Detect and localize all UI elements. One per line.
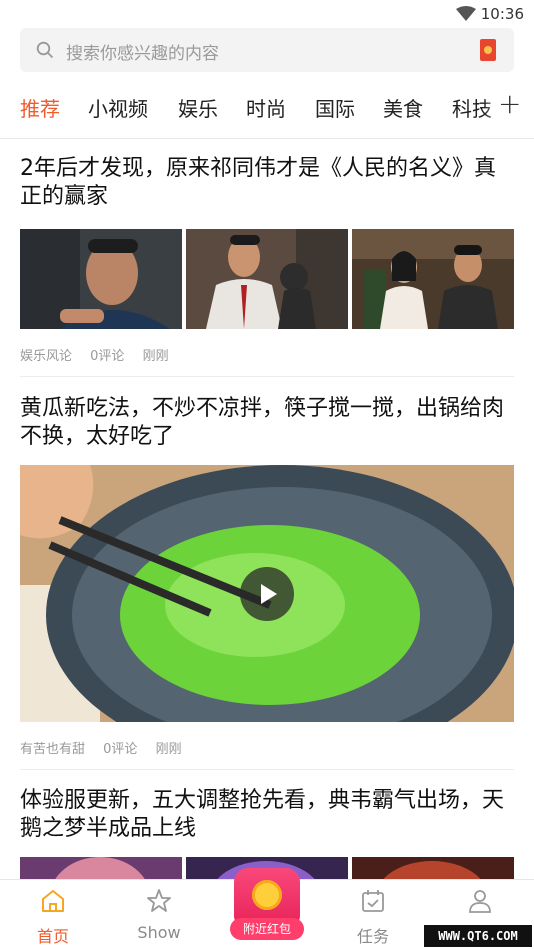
tab-short-video[interactable]: 小视频 [88, 93, 148, 122]
tab-food[interactable]: 美食 [383, 93, 423, 122]
divider [20, 376, 514, 377]
coin-icon [252, 880, 282, 910]
search-icon [36, 41, 54, 59]
nav-show[interactable]: Show [106, 880, 212, 949]
wifi-icon [456, 6, 476, 21]
nav-tasks-label: 任务 [356, 927, 389, 946]
article-title[interactable]: 2年后才发现，原来祁同伟才是《人民的名义》真正的赢家 [20, 155, 514, 211]
red-envelope-icon[interactable] [480, 39, 496, 61]
article-meta: 娱乐风论 0评论 刚刚 [20, 345, 514, 364]
article-title[interactable]: 黄瓜新吃法，不炒不凉拌，筷子搅一搅，出锅给肉不换，太好吃了 [20, 395, 514, 451]
article-thumbnail[interactable] [352, 857, 514, 879]
article-thumbnail[interactable] [20, 857, 182, 879]
article-item[interactable]: 体验服更新，五大调整抢先看，典韦霸气出场，天鹅之梦半成品上线 [20, 787, 514, 843]
news-feed[interactable]: 2年后才发现，原来祁同伟才是《人民的名义》真正的赢家 娱乐风论 0评论 刚刚 黄… [0, 139, 534, 879]
nav-show-label: Show [137, 923, 181, 942]
tab-recommend[interactable]: 推荐 [20, 93, 60, 122]
home-icon [42, 890, 64, 912]
user-icon [469, 890, 491, 913]
article-comments: 0评论 [90, 349, 125, 364]
status-bar: 10:36 [0, 0, 534, 28]
star-icon [147, 889, 171, 912]
nearby-red-packet-label: 附近红包 [230, 918, 304, 940]
article-thumbnail[interactable] [186, 229, 348, 329]
search-bar[interactable]: 搜索你感兴趣的内容 [20, 28, 514, 72]
tab-international[interactable]: 国际 [315, 93, 355, 122]
tab-fashion[interactable]: 时尚 [246, 93, 286, 122]
article-comments: 0评论 [103, 742, 138, 757]
category-tabs: 推荐 小视频 娱乐 时尚 国际 美食 科技 + [0, 82, 534, 132]
add-tab-button[interactable]: + [498, 90, 521, 118]
article-item[interactable]: 2年后才发现，原来祁同伟才是《人民的名义》真正的赢家 [20, 155, 514, 211]
search-input[interactable]: 搜索你感兴趣的内容 [66, 39, 219, 64]
calendar-icon [362, 890, 384, 912]
nearby-red-packet-button[interactable]: 附近红包 [228, 862, 306, 946]
article-meta: 有苦也有甜 0评论 刚刚 [20, 738, 514, 757]
article-time: 刚刚 [142, 349, 169, 364]
watermark: WWW.QT6.COM [424, 925, 532, 947]
nav-tasks[interactable]: 任务 [320, 880, 426, 949]
article-thumbnail[interactable] [20, 229, 182, 329]
nav-home[interactable]: 首页 [0, 880, 106, 949]
status-time: 10:36 [480, 5, 524, 23]
divider [20, 769, 514, 770]
nav-home-label: 首页 [36, 927, 69, 946]
article-thumbnail[interactable] [352, 229, 514, 329]
play-icon[interactable] [240, 567, 294, 621]
article-item[interactable]: 黄瓜新吃法，不炒不凉拌，筷子搅一搅，出锅给肉不换，太好吃了 [20, 395, 514, 451]
article-source: 有苦也有甜 [20, 742, 86, 757]
tab-entertainment[interactable]: 娱乐 [178, 93, 218, 122]
video-thumbnail[interactable] [20, 465, 514, 722]
article-source: 娱乐风论 [20, 349, 73, 364]
article-time: 刚刚 [155, 742, 182, 757]
article-title[interactable]: 体验服更新，五大调整抢先看，典韦霸气出场，天鹅之梦半成品上线 [20, 787, 514, 843]
